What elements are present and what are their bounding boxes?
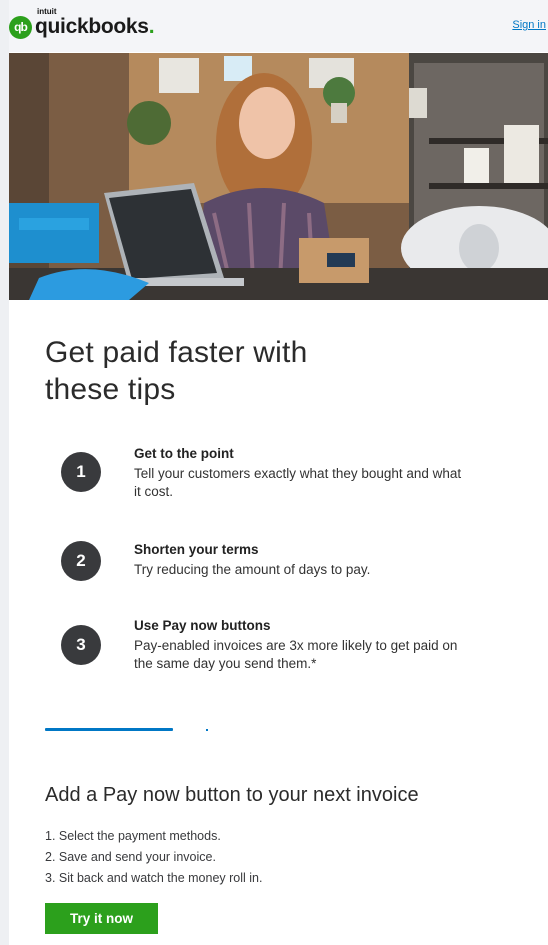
try-it-now-button[interactable]: Try it now [45,903,158,934]
header: qb intuit quickbooks. Sign in [9,0,548,52]
step-1-badge: 1 [61,452,101,492]
tip-description: Tell your customers exactly what they bo… [134,466,462,499]
list-item: 3. Sit back and watch the money roll in. [45,871,263,885]
divider-dot [206,729,208,731]
hero-photo [9,53,548,300]
logo-text: intuit quickbooks. [35,7,155,39]
tip-title: Get to the point [134,446,234,461]
tip-title: Shorten your terms [134,542,259,557]
brand-name: quickbooks [35,15,149,38]
intuit-label: intuit [37,7,57,16]
tip-description: Pay-enabled invoices are 3x more likely … [134,638,458,671]
quickbooks-logo[interactable]: qb intuit quickbooks. [9,7,155,40]
section-divider [45,728,173,731]
page-title: Get paid faster with these tips [45,334,405,408]
tip-title: Use Pay now buttons [134,618,271,633]
tip-description: Try reducing the amount of days to pay. [134,562,371,577]
hero-image [9,53,548,300]
email-card: qb intuit quickbooks. Sign in Get paid f… [9,0,548,945]
step-2-badge: 2 [61,541,101,581]
list-item: 1. Select the payment methods. [45,829,221,843]
title-line-1: Get paid faster with [45,336,308,369]
step-3-badge: 3 [61,625,101,665]
brand-dot: . [148,15,155,38]
qb-logo-icon: qb [9,15,32,39]
cta-steps-list: 1. Select the payment methods. 2. Save a… [45,826,262,889]
title-line-2: these tips [45,373,176,406]
cta-title: Add a Pay now button to your next invoic… [45,784,419,806]
sign-in-link[interactable]: Sign in [512,19,546,31]
list-item: 2. Save and send your invoice. [45,850,216,864]
